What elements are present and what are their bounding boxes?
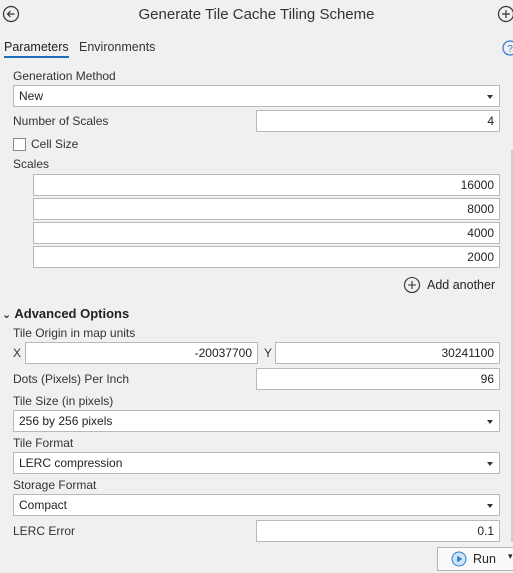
tile-origin-y-input[interactable]: 30241100	[275, 342, 500, 364]
scale-input-2[interactable]: 8000	[33, 198, 500, 220]
tile-size-label: Tile Size (in pixels)	[13, 394, 114, 408]
add-icon[interactable]	[497, 5, 513, 23]
tile-origin-y-label: Y	[264, 346, 273, 360]
scale-value: 8000	[467, 202, 494, 216]
run-label: Run	[473, 552, 496, 566]
tile-format-label: Tile Format	[13, 436, 74, 450]
title-bar: Generate Tile Cache Tiling Scheme	[0, 0, 513, 32]
run-button[interactable]: Run ▾	[437, 547, 513, 571]
play-icon	[451, 551, 467, 567]
storage-format-select[interactable]: Compact	[13, 494, 500, 516]
tab-environments[interactable]: Environments	[79, 40, 155, 54]
tile-format-select[interactable]: LERC compression	[13, 452, 500, 474]
generation-method-value: New	[19, 89, 44, 103]
lerc-error-value: 0.1	[477, 524, 494, 538]
add-another-button[interactable]: Add another	[403, 276, 498, 294]
tile-size-value: 256 by 256 pixels	[19, 414, 113, 428]
scale-value: 16000	[460, 178, 494, 192]
scale-input-3[interactable]: 4000	[33, 222, 500, 244]
cell-size-label: Cell Size	[31, 137, 79, 151]
scale-input-1[interactable]: 16000	[33, 174, 500, 196]
add-circle-icon	[403, 276, 421, 294]
cell-size-checkbox[interactable]	[13, 138, 26, 151]
lerc-error-input[interactable]: 0.1	[256, 520, 500, 542]
tile-origin-label: Tile Origin in map units	[13, 326, 136, 340]
add-another-label: Add another	[427, 278, 496, 292]
chevron-down-icon: ⌄	[2, 309, 12, 321]
scale-input-4[interactable]: 2000	[33, 246, 500, 268]
tool-title: Generate Tile Cache Tiling Scheme	[138, 6, 375, 23]
number-of-scales-label: Number of Scales	[13, 114, 109, 128]
scales-label: Scales	[13, 157, 50, 171]
tile-size-select[interactable]: 256 by 256 pixels	[13, 410, 500, 432]
storage-format-label: Storage Format	[13, 478, 97, 492]
tile-origin-x-input[interactable]: -20037700	[25, 342, 258, 364]
generation-method-label: Generation Method	[13, 69, 116, 83]
scale-value: 2000	[467, 250, 494, 264]
tile-origin-x-label: X	[13, 346, 22, 360]
number-of-scales-value: 4	[487, 114, 494, 128]
lerc-error-label: LERC Error	[13, 524, 76, 538]
dpi-value: 96	[480, 372, 494, 386]
number-of-scales-input[interactable]: 4	[256, 110, 500, 132]
tile-origin-x-value: -20037700	[194, 346, 252, 360]
help-icon[interactable]: ?	[502, 40, 513, 56]
storage-format-value: Compact	[19, 498, 68, 512]
scale-value: 4000	[467, 226, 494, 240]
svg-text:?: ?	[507, 44, 513, 55]
chevron-down-icon: ▾	[508, 551, 513, 561]
generation-method-select[interactable]: New	[13, 85, 500, 107]
tab-parameters[interactable]: Parameters	[4, 40, 69, 58]
advanced-options-header[interactable]: ⌄ Advanced Options	[2, 306, 129, 321]
dpi-input[interactable]: 96	[256, 368, 500, 390]
dpi-label: Dots (Pixels) Per Inch	[13, 372, 130, 386]
tile-format-value: LERC compression	[19, 456, 123, 470]
advanced-options-label: Advanced Options	[14, 306, 130, 321]
tile-origin-y-value: 30241100	[441, 346, 495, 360]
